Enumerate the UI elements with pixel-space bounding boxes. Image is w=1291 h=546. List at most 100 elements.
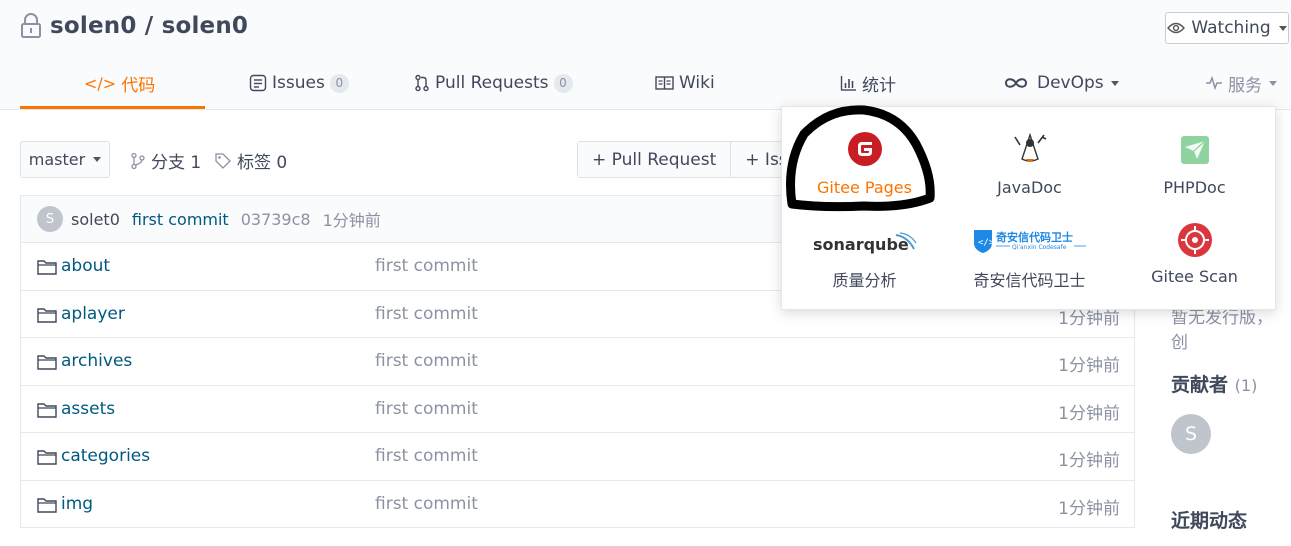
activity-heading: 近期动态 — [1171, 510, 1248, 532]
file-commit-message[interactable]: first commit — [375, 446, 478, 466]
chevron-down-icon — [93, 157, 102, 162]
branches-label: 分支 1 — [151, 153, 202, 173]
tab-devops[interactable]: DevOps — [1004, 58, 1119, 108]
file-name[interactable]: archives — [61, 351, 132, 371]
releases-empty-text: 暂无发行版， 创 — [1171, 308, 1273, 353]
tab-code-label: 代码 — [121, 75, 156, 96]
javadoc-icon — [1013, 132, 1046, 162]
file-time: 1分钟前 — [1058, 356, 1120, 376]
code-icon: </> — [84, 73, 117, 93]
watch-label: Watching — [1191, 18, 1271, 38]
tab-code[interactable]: </> 代码 — [84, 58, 155, 108]
qianxin-logo-subtext: Qi'anxin Codesafe — [1012, 244, 1067, 251]
tags-link[interactable]: 标签 0 — [214, 148, 287, 173]
avatar[interactable]: S — [1171, 414, 1211, 454]
tab-issues-label: Issues — [272, 73, 325, 93]
file-name[interactable]: aplayer — [61, 304, 125, 324]
branch-current: master — [28, 150, 86, 169]
repo-full-name[interactable]: solen0 / solen0 — [50, 13, 248, 39]
folder-icon — [37, 355, 57, 370]
file-commit-message[interactable]: first commit — [375, 351, 478, 371]
file-time: 1分钟前 — [1058, 498, 1120, 519]
service-phpdoc[interactable]: PHPDoc — [1112, 107, 1277, 207]
sonarqube-logo: sonarqube — [813, 232, 916, 254]
file-commit-message[interactable]: first commit — [375, 256, 478, 276]
file-commit-message[interactable]: first commit — [375, 399, 478, 419]
file-name[interactable]: assets — [61, 399, 115, 419]
contributors-heading: 贡献者 (1) — [1171, 370, 1257, 397]
tags-label: 标签 0 — [237, 153, 288, 173]
repo-header: solen0 / solen0 Watching </> 代码 Issues 0 — [0, 0, 1291, 110]
service-label: JavaDoc — [997, 178, 1062, 197]
annotation-circle — [786, 105, 935, 212]
service-gitee-scan[interactable]: Gitee Scan — [1112, 207, 1277, 307]
service-javadoc[interactable]: JavaDoc — [947, 107, 1112, 207]
folder-icon — [37, 402, 57, 418]
branch-select[interactable]: master — [20, 141, 110, 178]
file-name[interactable]: about — [61, 256, 110, 276]
pull-request-icon — [415, 74, 429, 92]
tab-wiki[interactable]: Wiki — [655, 58, 715, 108]
chevron-down-icon — [1110, 80, 1119, 86]
qianxin-codesafe-logo: </> 奇安信代码卫士 Qi'anxin Codesafe — [973, 230, 1086, 253]
stats-icon — [840, 76, 856, 91]
commit-author[interactable]: solet0 — [71, 210, 120, 229]
tab-stats-label: 统计 — [862, 75, 896, 96]
commit-time: 1分钟前 — [322, 211, 381, 230]
service-label: 质量分析 — [832, 271, 897, 290]
folder-icon — [37, 497, 57, 513]
chevron-down-icon — [1278, 25, 1287, 31]
issues-count-badge: 0 — [329, 73, 349, 93]
avatar[interactable]: S — [37, 206, 63, 232]
service-label: Gitee Scan — [1151, 267, 1238, 286]
new-pull-request-button[interactable]: + Pull Request — [578, 142, 732, 177]
gitee-scan-icon — [1177, 223, 1212, 257]
eye-icon — [1167, 22, 1186, 34]
table-row[interactable]: img first commit 1分钟前 — [21, 481, 1134, 528]
wiki-icon — [655, 76, 674, 90]
table-row[interactable]: categories first commit 1分钟前 — [21, 433, 1134, 481]
service-sonarqube[interactable]: sonarqube 质量分析 — [782, 207, 947, 307]
watch-button[interactable]: Watching — [1165, 12, 1289, 44]
folder-icon — [37, 450, 57, 465]
branches-link[interactable]: 分支 1 — [130, 148, 201, 173]
commit-message[interactable]: first commit — [132, 210, 229, 229]
table-row[interactable]: archives first commit 1分钟前 — [21, 338, 1134, 386]
file-name[interactable]: img — [61, 494, 93, 514]
phpdoc-icon — [1180, 136, 1209, 164]
sonarqube-logo-text: sonarqube — [813, 235, 909, 254]
repo-tabs: </> 代码 Issues 0 Pull Requests 0 Wiki 统计 … — [0, 58, 1291, 110]
tab-pull-requests[interactable]: Pull Requests 0 — [414, 58, 573, 108]
service-label: PHPDoc — [1163, 178, 1226, 197]
tab-stats[interactable]: 统计 — [840, 58, 896, 108]
branch-icon — [131, 152, 145, 169]
file-time: 1分钟前 — [1058, 451, 1120, 471]
contributors-count: (1) — [1234, 376, 1258, 395]
file-commit-message[interactable]: first commit — [375, 304, 478, 324]
service-label: 奇安信代码卫士 — [973, 271, 1086, 290]
tab-services[interactable]: 服务 — [1205, 58, 1277, 108]
file-time: 1分钟前 — [1058, 403, 1120, 424]
devops-icon — [1004, 78, 1028, 88]
tab-wiki-label: Wiki — [679, 73, 715, 93]
table-row[interactable]: assets first commit 1分钟前 — [21, 386, 1134, 433]
folder-icon — [37, 307, 57, 323]
active-tab-indicator — [20, 106, 205, 109]
commit-hash[interactable]: 03739c8 — [241, 210, 311, 229]
contributors-title: 贡献者 — [1171, 374, 1229, 396]
chevron-down-icon — [1269, 80, 1277, 86]
repo-title: solen0 / solen0 — [20, 10, 248, 42]
tag-icon — [215, 152, 231, 169]
qianxin-logo-text: 奇安信代码卫士 — [996, 230, 1073, 244]
pull-requests-count-badge: 0 — [553, 73, 573, 93]
file-name[interactable]: categories — [61, 446, 150, 466]
file-commit-message[interactable]: first commit — [375, 494, 478, 514]
service-qianxin-codesafe[interactable]: </> 奇安信代码卫士 Qi'anxin Codesafe 奇安信代码卫士 — [947, 207, 1112, 307]
services-icon — [1206, 76, 1222, 90]
folder-icon — [37, 260, 57, 275]
tab-issues[interactable]: Issues 0 — [249, 58, 349, 108]
tab-pull-requests-label: Pull Requests — [435, 73, 549, 93]
lock-icon — [21, 13, 41, 38]
svg-text:</>: </> — [978, 238, 995, 248]
issues-icon — [249, 74, 267, 92]
